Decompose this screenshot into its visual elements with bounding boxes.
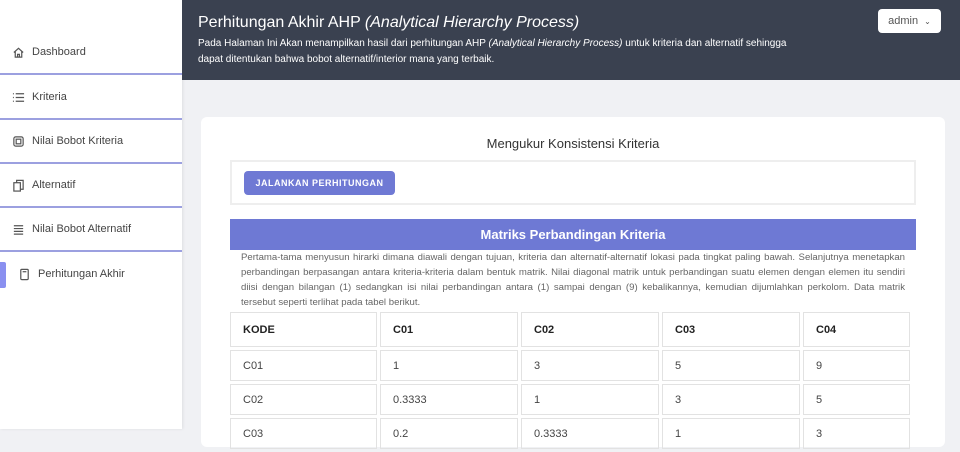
sidebar-item-label: Kriteria — [32, 91, 67, 103]
table-cell: 0.2 — [380, 418, 518, 449]
table-cell: 1 — [662, 418, 800, 449]
table-cell: C02 — [230, 384, 377, 415]
table-cell: 1 — [380, 350, 518, 381]
column-header: C03 — [662, 312, 800, 347]
user-menu-button[interactable]: admin ⌄ — [878, 9, 941, 33]
username: admin — [888, 15, 919, 27]
table-cell: C03 — [230, 418, 377, 449]
page-header: Perhitungan Akhir AHP (Analytical Hierar… — [182, 0, 960, 80]
title-italic: (Analytical Hierarchy Process) — [364, 14, 580, 31]
sidebar-item-label: Perhitungan Akhir — [38, 268, 125, 280]
table-row: C02 0.3333 1 3 5 — [230, 384, 910, 415]
desc-text: Pada Halaman Ini Akan menampilkan hasil … — [198, 38, 489, 49]
copy-icon — [13, 179, 24, 192]
sidebar-item-kriteria[interactable]: Kriteria — [0, 76, 182, 120]
sidebar: Dashboard Kriteria Nilai Bobot Kriteria … — [0, 0, 182, 429]
table-cell: 5 — [662, 350, 800, 381]
desc-italic: (Analytical Hierarchy Process) — [488, 38, 623, 49]
table-cell: 0.3333 — [380, 384, 518, 415]
active-indicator — [0, 262, 6, 288]
table-cell: 3 — [521, 350, 659, 381]
table-cell: 5 — [803, 384, 910, 415]
sidebar-item-perhitungan-akhir[interactable]: Perhitungan Akhir — [0, 252, 182, 296]
consistency-card: Mengukur Konsistensi Kriteria JALANKAN P… — [201, 117, 945, 449]
sidebar-item-label: Dashboard — [32, 46, 86, 58]
page-title: Perhitungan Akhir AHP (Analytical Hierar… — [198, 14, 944, 32]
run-calculation-button[interactable]: JALANKAN PERHITUNGAN — [244, 171, 395, 195]
chevron-down-icon: ⌄ — [924, 16, 931, 26]
action-box: JALANKAN PERHITUNGAN — [230, 160, 916, 205]
table-row: C01 1 3 5 9 — [230, 350, 910, 381]
table-row: C03 0.2 0.3333 1 3 — [230, 418, 910, 449]
sidebar-item-dashboard[interactable]: Dashboard — [0, 31, 182, 75]
table-cell: 0.3333 — [521, 418, 659, 449]
chip-icon — [13, 135, 24, 147]
comparison-matrix-table: KODE C01 C02 C03 C04 C01 1 3 5 9 C02 0.3333 1 3… — [227, 309, 913, 452]
card-title: Mengukur Konsistensi Kriteria — [486, 136, 660, 151]
column-header: C04 — [803, 312, 910, 347]
sidebar-item-nilai-bobot-kriteria[interactable]: Nilai Bobot Kriteria — [0, 120, 182, 164]
table-cell: 3 — [803, 418, 910, 449]
list-icon — [12, 92, 25, 102]
sidebar-item-label: Alternatif — [32, 179, 76, 191]
document-icon — [20, 268, 29, 280]
column-header: C01 — [380, 312, 518, 347]
sidebar-item-alternatif[interactable]: Alternatif — [0, 164, 182, 208]
column-header: KODE — [230, 312, 377, 347]
sidebar-item-label: Nilai Bobot Alternatif — [32, 223, 132, 235]
page-description: Pada Halaman Ini Akan menampilkan hasil … — [198, 36, 798, 68]
table-header-row: KODE C01 C02 C03 C04 — [230, 312, 910, 347]
title-text: Perhitungan Akhir AHP — [198, 14, 365, 31]
home-icon — [13, 47, 24, 58]
sidebar-item-nilai-bobot-alternatif[interactable]: Nilai Bobot Alternatif — [0, 208, 182, 252]
column-header: C02 — [521, 312, 659, 347]
table-cell: 9 — [803, 350, 910, 381]
sidebar-item-label: Nilai Bobot Kriteria — [32, 135, 124, 147]
table-cell: 1 — [521, 384, 659, 415]
table-cell: 3 — [662, 384, 800, 415]
stack-icon — [13, 224, 24, 235]
table-cell: C01 — [230, 350, 377, 381]
section-title: Matriks Perbandingan Kriteria — [230, 219, 916, 250]
section-description: Pertama-tama menyusun hirarki dimana dia… — [241, 252, 905, 308]
